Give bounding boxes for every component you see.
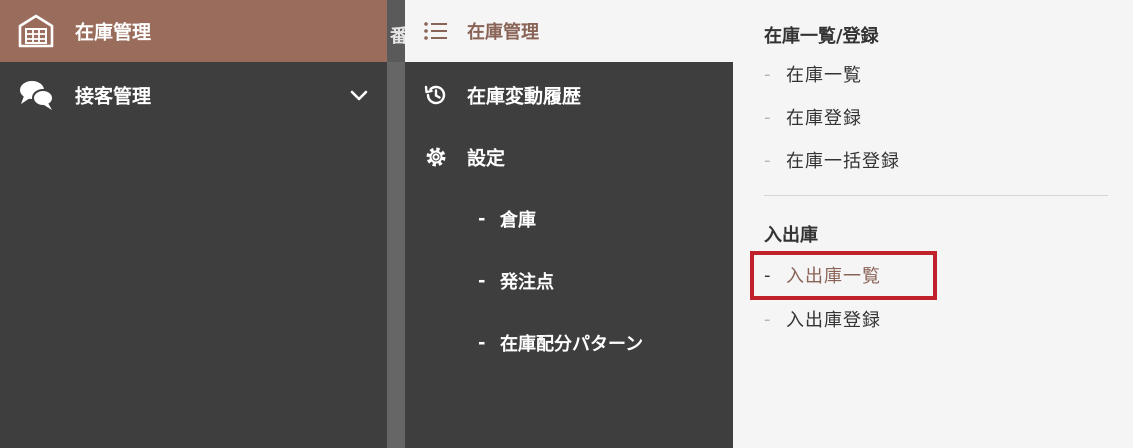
sidebar-resize-strip[interactable]	[387, 0, 405, 448]
bullet-dash: -	[478, 332, 486, 354]
history-icon	[424, 85, 446, 105]
sidebar-item-inventory[interactable]: 在庫管理	[0, 0, 387, 62]
sidebar-item-customer-service[interactable]: 接客管理	[0, 62, 387, 128]
link-inventory-list[interactable]: - 在庫一覧	[764, 59, 1064, 89]
highlight-annotation-box	[750, 251, 937, 300]
submenu-title: 在庫管理	[467, 22, 539, 43]
link-label: 在庫一覧	[786, 65, 862, 86]
sidebar-item-label: 接客管理	[75, 85, 152, 108]
settings-child-label: 倉庫	[500, 210, 536, 231]
flyout-panel: 在庫一覧/登録 - 在庫一覧 - 在庫登録 - 在庫一括登録 入出庫 - 入出庫…	[733, 0, 1133, 448]
submenu-item-label: 設定	[467, 147, 506, 170]
link-inventory-register[interactable]: - 在庫登録	[764, 102, 1064, 132]
bullet-dash: -	[478, 208, 486, 230]
submenu-header[interactable]: 在庫管理	[405, 0, 733, 62]
link-label: 在庫一括登録	[786, 151, 900, 172]
settings-child-warehouse[interactable]: - 倉庫	[405, 188, 733, 250]
chevron-down-icon[interactable]	[348, 84, 370, 106]
sidebar-item-label: 在庫管理	[75, 21, 152, 44]
truncated-header-text: 番	[390, 26, 405, 47]
list-icon	[424, 22, 447, 40]
link-label: 在庫登録	[786, 108, 862, 129]
group-title-inventory-list: 在庫一覧/登録	[764, 26, 879, 47]
link-label: 入出庫登録	[786, 310, 881, 331]
settings-child-label: 在庫配分パターン	[500, 334, 644, 355]
settings-child-label: 発注点	[500, 272, 554, 293]
chat-bubbles-icon	[20, 81, 54, 110]
gear-icon	[426, 147, 446, 167]
submenu: 在庫変動履歴 設定 - 倉庫 - 発注点 - 在庫配分パターン	[405, 62, 733, 448]
submenu-item-inventory-history[interactable]: 在庫変動履歴	[405, 64, 733, 126]
bullet-dash: -	[478, 270, 486, 292]
bullet-dash: -	[764, 63, 771, 85]
settings-child-allocation-pattern[interactable]: - 在庫配分パターン	[405, 312, 733, 374]
submenu-item-label: 在庫変動履歴	[467, 85, 582, 108]
link-inventory-bulk-register[interactable]: - 在庫一括登録	[764, 145, 1064, 175]
group-title-stock-in-out: 入出庫	[764, 225, 818, 246]
bullet-dash: -	[764, 106, 771, 128]
link-stock-in-out-register[interactable]: - 入出庫登録	[764, 304, 1064, 334]
bullet-dash: -	[764, 149, 771, 171]
submenu-item-settings[interactable]: 設定	[405, 126, 733, 188]
divider	[764, 195, 1108, 196]
bullet-dash: -	[764, 308, 771, 330]
sidebar: 在庫管理 接客管理	[0, 0, 387, 448]
warehouse-icon	[18, 14, 54, 48]
settings-child-reorder-point[interactable]: - 発注点	[405, 250, 733, 312]
